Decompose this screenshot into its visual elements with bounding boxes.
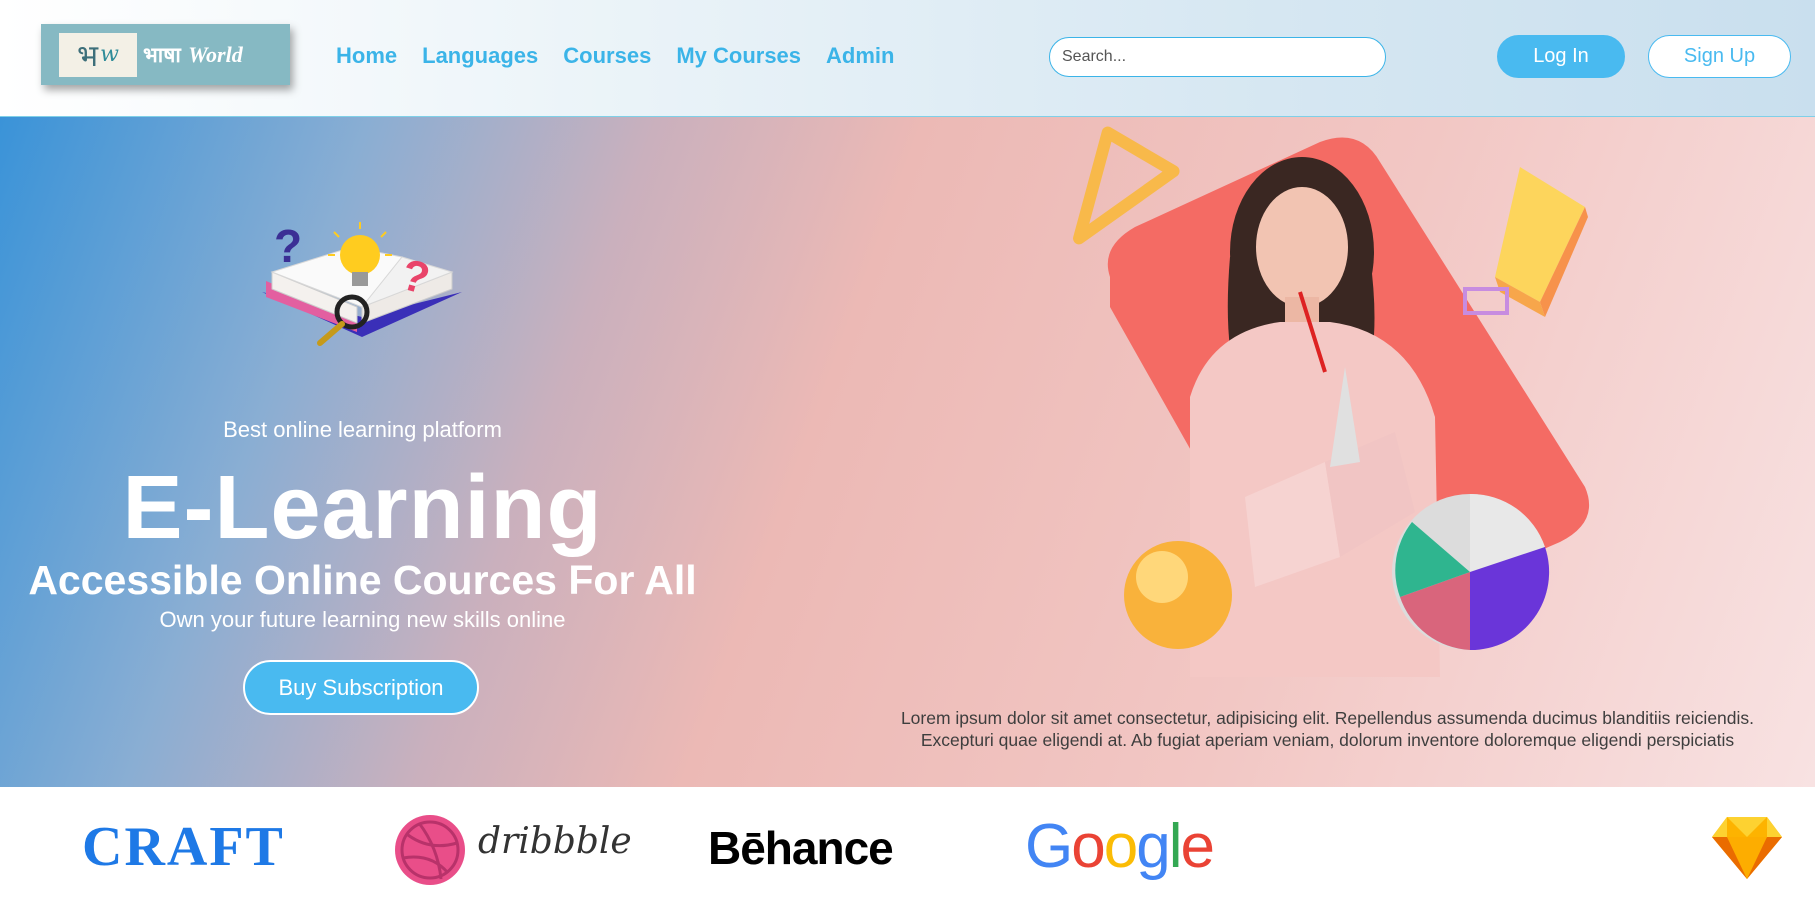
search-input[interactable] [1049, 37, 1386, 77]
google-letter: G [1025, 812, 1073, 881]
google-letter: o [1071, 812, 1106, 881]
logo-english: World [188, 41, 243, 67]
signup-button[interactable]: Sign Up [1648, 35, 1791, 78]
google-letter: o [1103, 812, 1139, 881]
logo-text: भाषा World [143, 41, 243, 69]
sketch-diamond-icon [1712, 817, 1782, 879]
nav-home[interactable]: Home [336, 43, 397, 69]
google-letter: g [1136, 812, 1171, 881]
book-idea-illustration: ? ? [262, 220, 462, 346]
hero-description: Lorem ipsum dolor sit amet consectetur, … [900, 708, 1755, 750]
hero-tagline: Best online learning platform [223, 417, 502, 442]
logo-mark-suffix: w [100, 42, 119, 67]
behance-logo: Bēhance [708, 822, 894, 874]
buy-subscription-button[interactable]: Buy Subscription [243, 660, 479, 715]
google-letter: e [1180, 812, 1215, 881]
nav-courses[interactable]: Courses [563, 43, 651, 69]
svg-text:?: ? [274, 220, 302, 272]
logo-mark-letter: भ [77, 39, 99, 74]
hero-title: E-Learning [122, 458, 603, 558]
partner-logos: CRAFT dribbble Bēhance Google [0, 787, 1815, 911]
dribbble-ball-icon [395, 815, 465, 885]
google-logo: Google [1025, 811, 1215, 882]
site-logo[interactable]: भw भाषा World [41, 24, 290, 85]
site-header: भw भाषा World Home Languages Courses My … [0, 0, 1815, 117]
logo-mark: भw [59, 32, 137, 77]
dribbble-logo: dribbble [478, 821, 632, 862]
google-letter: l [1168, 812, 1183, 881]
logo-hindi: भाषा [143, 41, 181, 67]
nav-languages[interactable]: Languages [422, 43, 538, 69]
hero-subtitle-secondary: Own your future learning new skills onli… [159, 607, 566, 632]
hero-section: ? ? Best online learning platform E-Lear… [0, 117, 1815, 787]
login-button[interactable]: Log In [1497, 35, 1625, 78]
nav-my-courses[interactable]: My Courses [676, 43, 801, 69]
hero-subtitle: Accessible Online Cources For All [28, 557, 697, 603]
hero-illustration [1073, 126, 1590, 677]
nav-admin[interactable]: Admin [826, 43, 894, 69]
main-nav: Home Languages Courses My Courses Admin [336, 43, 894, 69]
craft-logo: CRAFT [82, 816, 285, 878]
